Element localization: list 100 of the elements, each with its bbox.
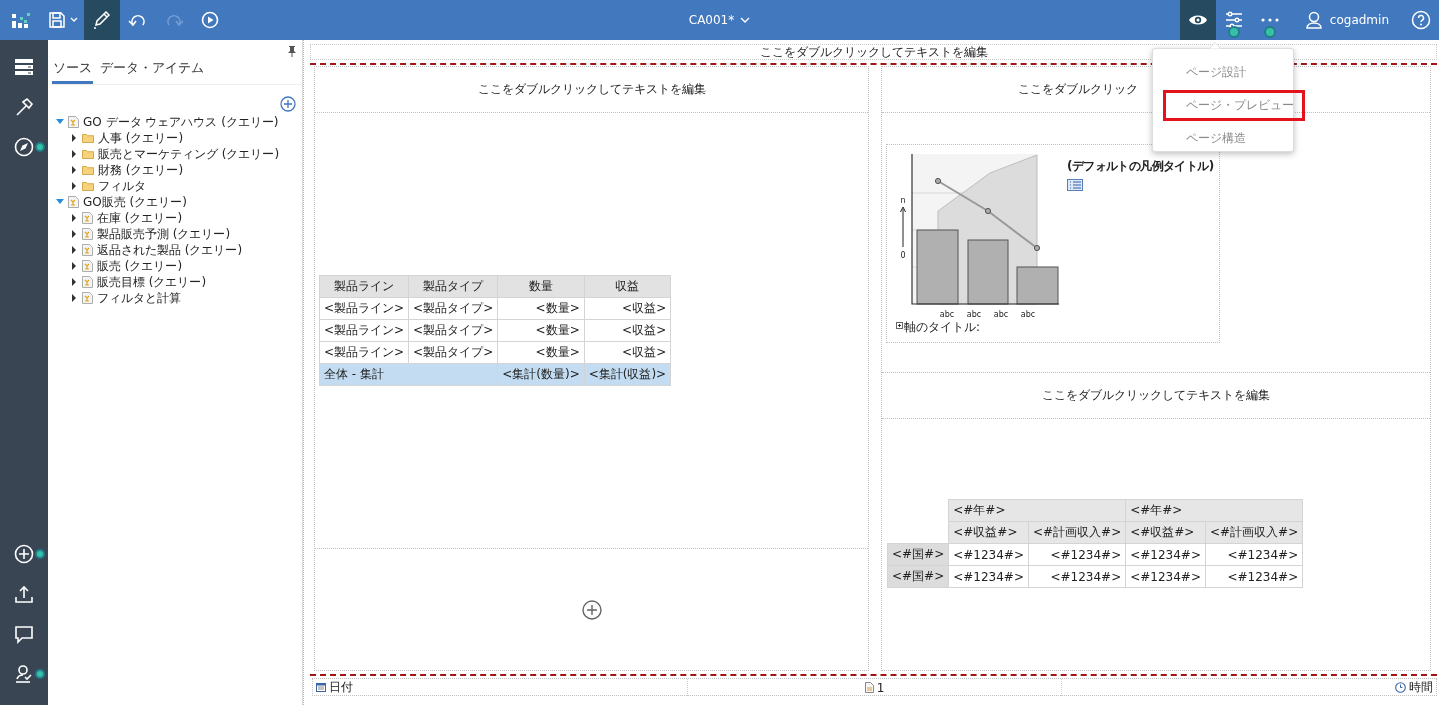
table-cell: <数量>	[497, 319, 585, 342]
folder-icon	[82, 181, 94, 191]
header-text[interactable]: ここをダブルクリックしてテキストを編集	[1042, 387, 1270, 404]
time-text[interactable]: 時間	[1409, 679, 1433, 696]
caret-down-icon[interactable]	[56, 119, 64, 125]
tree-item[interactable]: フィルタ	[70, 178, 146, 194]
add-circle-icon[interactable]	[581, 599, 602, 620]
package-icon	[68, 196, 79, 208]
package-icon	[82, 244, 93, 256]
column-header: 製品タイプ	[408, 275, 498, 298]
caret-down-icon	[70, 17, 78, 23]
add-circle-icon	[14, 544, 34, 564]
table-cell: <数量>	[497, 297, 585, 320]
chevron-down-icon	[740, 17, 751, 23]
tree-item[interactable]: 人事 (クエリー)	[70, 130, 184, 146]
table-cell: <製品ライン>	[319, 319, 409, 342]
package-icon	[82, 276, 93, 288]
date-text[interactable]: 日付	[329, 679, 353, 696]
server-icon	[14, 58, 34, 76]
calendar-icon	[316, 683, 326, 692]
edit-button[interactable]	[84, 0, 120, 40]
tree-item[interactable]: 返品された製品 (クエリー)	[70, 242, 243, 258]
axis-label: n	[900, 196, 906, 205]
table-cell: <数量>	[497, 341, 585, 364]
notification-dot	[1227, 26, 1240, 38]
list-table[interactable]: 製品ライン 製品タイプ 数量 収益 <製品ライン> <製品タイプ> <数量> <収益> <製品ライン> <製品タイプ> <数量> <収益> <製品ライン> <製品タイプ> <数量> <収益> 全体 - 集計 <集計(数量)> <集計(収益)>	[319, 275, 672, 386]
table-cell: <#1234#>	[1125, 565, 1206, 588]
help-icon	[1411, 10, 1431, 30]
caret-down-icon[interactable]	[56, 199, 64, 205]
pin-icon[interactable]	[288, 46, 296, 57]
notification-dot	[35, 669, 45, 679]
tree-item[interactable]: 販売とマーケティング (クエリー)	[70, 146, 280, 162]
row-header: <#国#>	[887, 543, 949, 566]
column-header: <#年#>	[1125, 499, 1303, 522]
tree-item[interactable]: GO販売 (クエリー)	[56, 194, 187, 210]
axis-label: abc	[993, 310, 1009, 319]
package-icon	[82, 292, 93, 304]
more-icon	[1260, 18, 1279, 22]
folder-icon	[82, 149, 94, 159]
upload-icon	[14, 584, 34, 604]
header-text[interactable]: ここをダブルクリックしてテキストを編集	[477, 81, 706, 98]
tree-item[interactable]: 販売 (クエリー)	[70, 258, 183, 274]
table-cell: <#1234#>	[1205, 565, 1303, 588]
tree-item[interactable]: 在庫 (クエリー)	[70, 210, 183, 226]
notification-dot	[1263, 26, 1276, 38]
eye-icon	[1187, 13, 1208, 27]
table-cell: <製品ライン>	[319, 297, 409, 320]
column-header: 数量	[497, 275, 585, 298]
column-header: <#収益#>	[948, 521, 1029, 544]
column-header: 収益	[584, 275, 671, 298]
menu-item[interactable]: ページ・プレビュー	[1163, 90, 1305, 121]
tree-item[interactable]: 販売目標 (クエリー)	[70, 274, 207, 290]
panel-tab[interactable]: ソース	[52, 58, 93, 84]
table-cell: <収益>	[584, 319, 671, 342]
table-cell: <製品タイプ>	[408, 341, 498, 364]
table-cell: <#1234#>	[948, 565, 1029, 588]
list-icon	[1067, 179, 1083, 191]
table-cell: <製品タイプ>	[408, 297, 498, 320]
table-cell: <#1234#>	[948, 543, 1029, 566]
axis-label: abc	[939, 310, 955, 319]
table-cell: <収益>	[584, 297, 671, 320]
table-cell: <#1234#>	[1028, 565, 1126, 588]
axis-title: 軸のタイトル:	[904, 320, 981, 334]
tree-item[interactable]: GO データ ウェアハウス (クエリー)	[56, 114, 279, 130]
chart-card[interactable]: n 0 abc abc abc abc 軸のタイトル: (デフォルトの凡例タイトル)	[886, 144, 1220, 343]
legend-title: (デフォルトの凡例タイトル)	[1067, 158, 1214, 175]
folder-icon	[82, 133, 94, 143]
compass-icon	[14, 137, 34, 157]
menu-item[interactable]: ページ設計	[1163, 57, 1305, 88]
column-header: 製品ライン	[319, 275, 409, 298]
add-circle-icon[interactable]	[280, 96, 296, 112]
view-button[interactable]	[1179, 0, 1216, 40]
crosstab-table[interactable]: <#年#> <#年#> <#収益#> <#計画収入#> <#収益#> <#計画収入#> <#国#> <#1234#> <#1234#> <#1234#> <#1234#> <#国#> <#1234#> <#1234#> <#1234#> <#1234#>	[887, 499, 1304, 588]
axis-label: abc	[1020, 310, 1036, 319]
header-text[interactable]: ここをダブルクリック	[1018, 81, 1138, 98]
user-check-icon	[14, 664, 34, 684]
tree-item[interactable]: 財務 (クエリー)	[70, 162, 184, 178]
package-icon	[82, 212, 93, 224]
user-icon	[1305, 11, 1322, 29]
package-icon	[82, 260, 93, 272]
notification-dot	[35, 549, 45, 559]
package-icon	[68, 116, 79, 128]
hammer-icon	[14, 97, 34, 117]
table-cell: <#1234#>	[1125, 543, 1206, 566]
table-cell: <製品タイプ>	[408, 319, 498, 342]
axis-label: abc	[966, 310, 982, 319]
expand-icon[interactable]	[896, 322, 903, 329]
table-cell: <製品ライン>	[319, 341, 409, 364]
tree-item[interactable]: 製品販売予測 (クエリー)	[70, 226, 231, 242]
clock-icon	[1395, 682, 1406, 693]
comment-icon	[14, 624, 34, 644]
row-header: <#国#>	[887, 565, 949, 588]
table-cell: <#1234#>	[1028, 543, 1126, 566]
tree-item[interactable]: フィルタと計算	[70, 290, 181, 306]
package-icon	[82, 228, 93, 240]
panel-tab[interactable]: データ・アイテム	[99, 58, 205, 84]
folder-icon	[82, 165, 94, 175]
report-title[interactable]: CA001*	[682, 0, 757, 40]
user-name[interactable]: cogadmin	[1329, 13, 1389, 27]
page-number[interactable]: 1	[876, 680, 885, 695]
